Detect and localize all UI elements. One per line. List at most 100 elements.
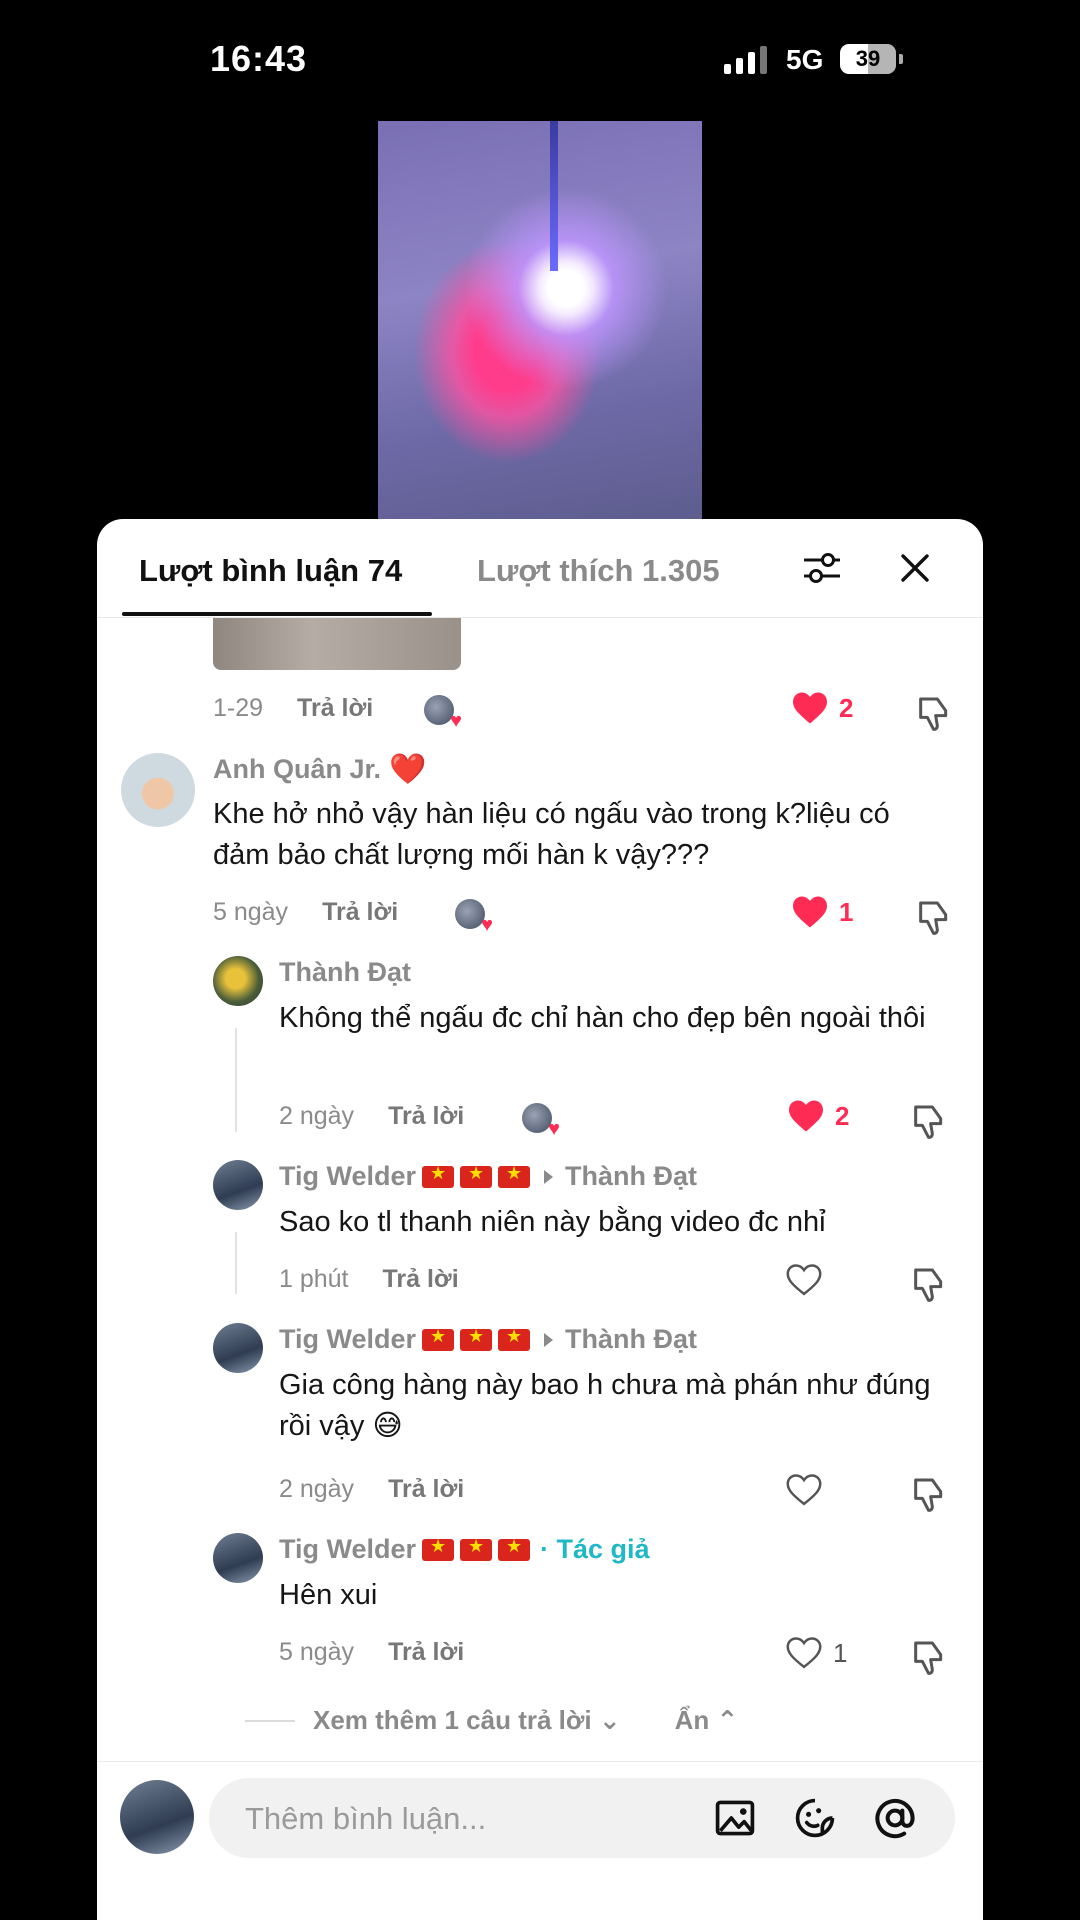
comment-text: Hên xui	[279, 1579, 378, 1611]
battery-nub	[899, 54, 903, 64]
filter-icon[interactable]	[799, 545, 845, 591]
creator-liked-avatar: ♥	[455, 899, 493, 935]
reply-to-name: Thành Đạt	[565, 1161, 698, 1191]
signal-icon	[724, 44, 767, 74]
dislike-icon[interactable]	[909, 1638, 949, 1678]
comment-image-thumbnail[interactable]	[213, 618, 461, 670]
comment-author[interactable]: Tig Welder Thành Đạt	[279, 1161, 697, 1192]
hide-label: Ẩn	[674, 1705, 710, 1735]
avatar[interactable]	[213, 1533, 263, 1583]
comment-author[interactable]: Anh Quân Jr. ❤️	[213, 752, 426, 787]
like-count: 2	[839, 692, 854, 723]
comment-author[interactable]: Tig Welder Thành Đạt	[279, 1324, 697, 1355]
like-count: 1	[839, 896, 854, 927]
comment-date: 2 ngày	[279, 1475, 355, 1503]
dislike-icon[interactable]	[909, 1265, 949, 1305]
tab-likes[interactable]: Lượt thích 1.305	[477, 553, 720, 589]
replies-controls: Xem thêm 1 câu trả lời ⌄ Ẩn ⌃	[245, 1705, 738, 1736]
close-icon[interactable]	[892, 545, 938, 591]
reply-to[interactable]: Thành Đạt	[544, 1324, 697, 1355]
vietnam-flag-icon	[422, 1326, 455, 1351]
clock: 16:43	[210, 38, 308, 79]
reply-button[interactable]: Trả lời	[322, 898, 398, 927]
comment-meta: 2 ngày Trả lời	[279, 1102, 464, 1131]
like-button[interactable]	[785, 1263, 823, 1297]
user-avatar[interactable]	[120, 1780, 194, 1854]
dislike-icon[interactable]	[909, 1102, 949, 1142]
divider	[245, 1719, 295, 1722]
status-bar: 16:43 5G 39	[0, 0, 1080, 120]
vietnam-flag-icon	[498, 1326, 531, 1351]
heart-icon	[786, 1637, 822, 1669]
reply-button[interactable]: Trả lời	[383, 1265, 459, 1294]
comment-author[interactable]: Thành Đạt	[279, 957, 411, 988]
comment-date: 1-29	[213, 694, 264, 722]
reply-button[interactable]: Trả lời	[297, 694, 373, 723]
chevron-up-icon: ⌃	[716, 1705, 739, 1735]
heart-icon: ♥	[481, 914, 493, 936]
comment-date: 2 ngày	[279, 1102, 355, 1130]
comment-meta: 1 phút Trả lời	[279, 1265, 459, 1294]
comment-list[interactable]: 1-29 Trả lời ♥ 2 Anh Quân Jr. ❤️ Khe hở n…	[97, 618, 983, 1758]
comment-meta: 1-29 Trả lời	[213, 694, 373, 723]
heart-icon	[793, 692, 827, 724]
avatar[interactable]	[213, 1323, 263, 1373]
comment-input-box[interactable]	[209, 1778, 955, 1860]
like-button[interactable]: 1	[791, 895, 853, 929]
like-button[interactable]: 2	[787, 1099, 849, 1133]
comment-text: Sao ko tl thanh niên này bằng video đc n…	[279, 1206, 826, 1238]
comment-date: 5 ngày	[213, 898, 289, 926]
comment-meta: 5 ngày Trả lời	[213, 898, 398, 927]
tab-comments[interactable]: Lượt bình luận 74	[139, 553, 402, 589]
battery-icon: 39	[840, 44, 896, 74]
reply-button[interactable]: Trả lời	[388, 1102, 464, 1131]
chevron-down-icon: ⌄	[598, 1705, 621, 1735]
comment-meta: 5 ngày Trả lời	[279, 1638, 464, 1667]
dislike-icon[interactable]	[914, 898, 954, 938]
comment-author[interactable]: Tig Welder · Tác giả	[279, 1534, 650, 1565]
vietnam-flag-icon	[498, 1536, 531, 1561]
author-name: Thành Đạt	[279, 957, 411, 987]
dislike-icon[interactable]	[909, 1475, 949, 1515]
heart-emoji-icon: ❤️	[389, 753, 427, 786]
image-icon[interactable]	[713, 1796, 757, 1840]
heart-icon	[793, 896, 827, 928]
heart-icon: ♥	[548, 1118, 560, 1140]
reply-button[interactable]: Trả lời	[388, 1638, 464, 1667]
reply-button[interactable]: Trả lời	[388, 1475, 464, 1504]
avatar[interactable]	[213, 956, 263, 1006]
heart-icon: ♥	[450, 710, 462, 732]
thread-line	[235, 1028, 237, 1132]
dislike-icon[interactable]	[914, 694, 954, 734]
author-name: Tig Welder	[279, 1161, 417, 1191]
thread-line	[235, 1232, 237, 1294]
comment-input[interactable]	[243, 1778, 687, 1860]
comment-date: 5 ngày	[279, 1638, 355, 1666]
video-preview[interactable]	[378, 121, 702, 519]
avatar[interactable]	[121, 753, 195, 827]
like-button[interactable]	[785, 1473, 823, 1507]
vietnam-flag-icon	[422, 1536, 455, 1561]
creator-liked-avatar: ♥	[522, 1103, 560, 1139]
author-name: Tig Welder	[279, 1324, 417, 1354]
reply-to-name: Thành Đạt	[565, 1324, 698, 1354]
mention-icon[interactable]	[873, 1796, 917, 1840]
hide-replies-button[interactable]: Ẩn ⌃	[675, 1705, 739, 1736]
tab-underline	[122, 612, 432, 616]
reply-to[interactable]: Thành Đạt	[544, 1161, 697, 1192]
emoji-icon[interactable]	[793, 1796, 837, 1840]
like-count: 1	[833, 1637, 848, 1668]
comment-text: Khe hở nhỏ vậy hàn liệu có ngấu vào tron…	[213, 798, 890, 871]
avatar[interactable]	[213, 1160, 263, 1210]
reply-arrow-icon	[544, 1332, 554, 1347]
vietnam-flag-icon	[498, 1163, 531, 1188]
comment-composer	[97, 1761, 983, 1920]
vietnam-flag-icon	[460, 1536, 493, 1561]
heart-icon	[786, 1474, 822, 1506]
vietnam-flag-icon	[460, 1326, 493, 1351]
view-more-replies-button[interactable]: Xem thêm 1 câu trả lời ⌄	[313, 1705, 621, 1736]
like-button[interactable]: 2	[791, 691, 853, 725]
like-button[interactable]: 1	[785, 1636, 847, 1670]
network-label: 5G	[786, 44, 824, 75]
vietnam-flag-icon	[460, 1163, 493, 1188]
